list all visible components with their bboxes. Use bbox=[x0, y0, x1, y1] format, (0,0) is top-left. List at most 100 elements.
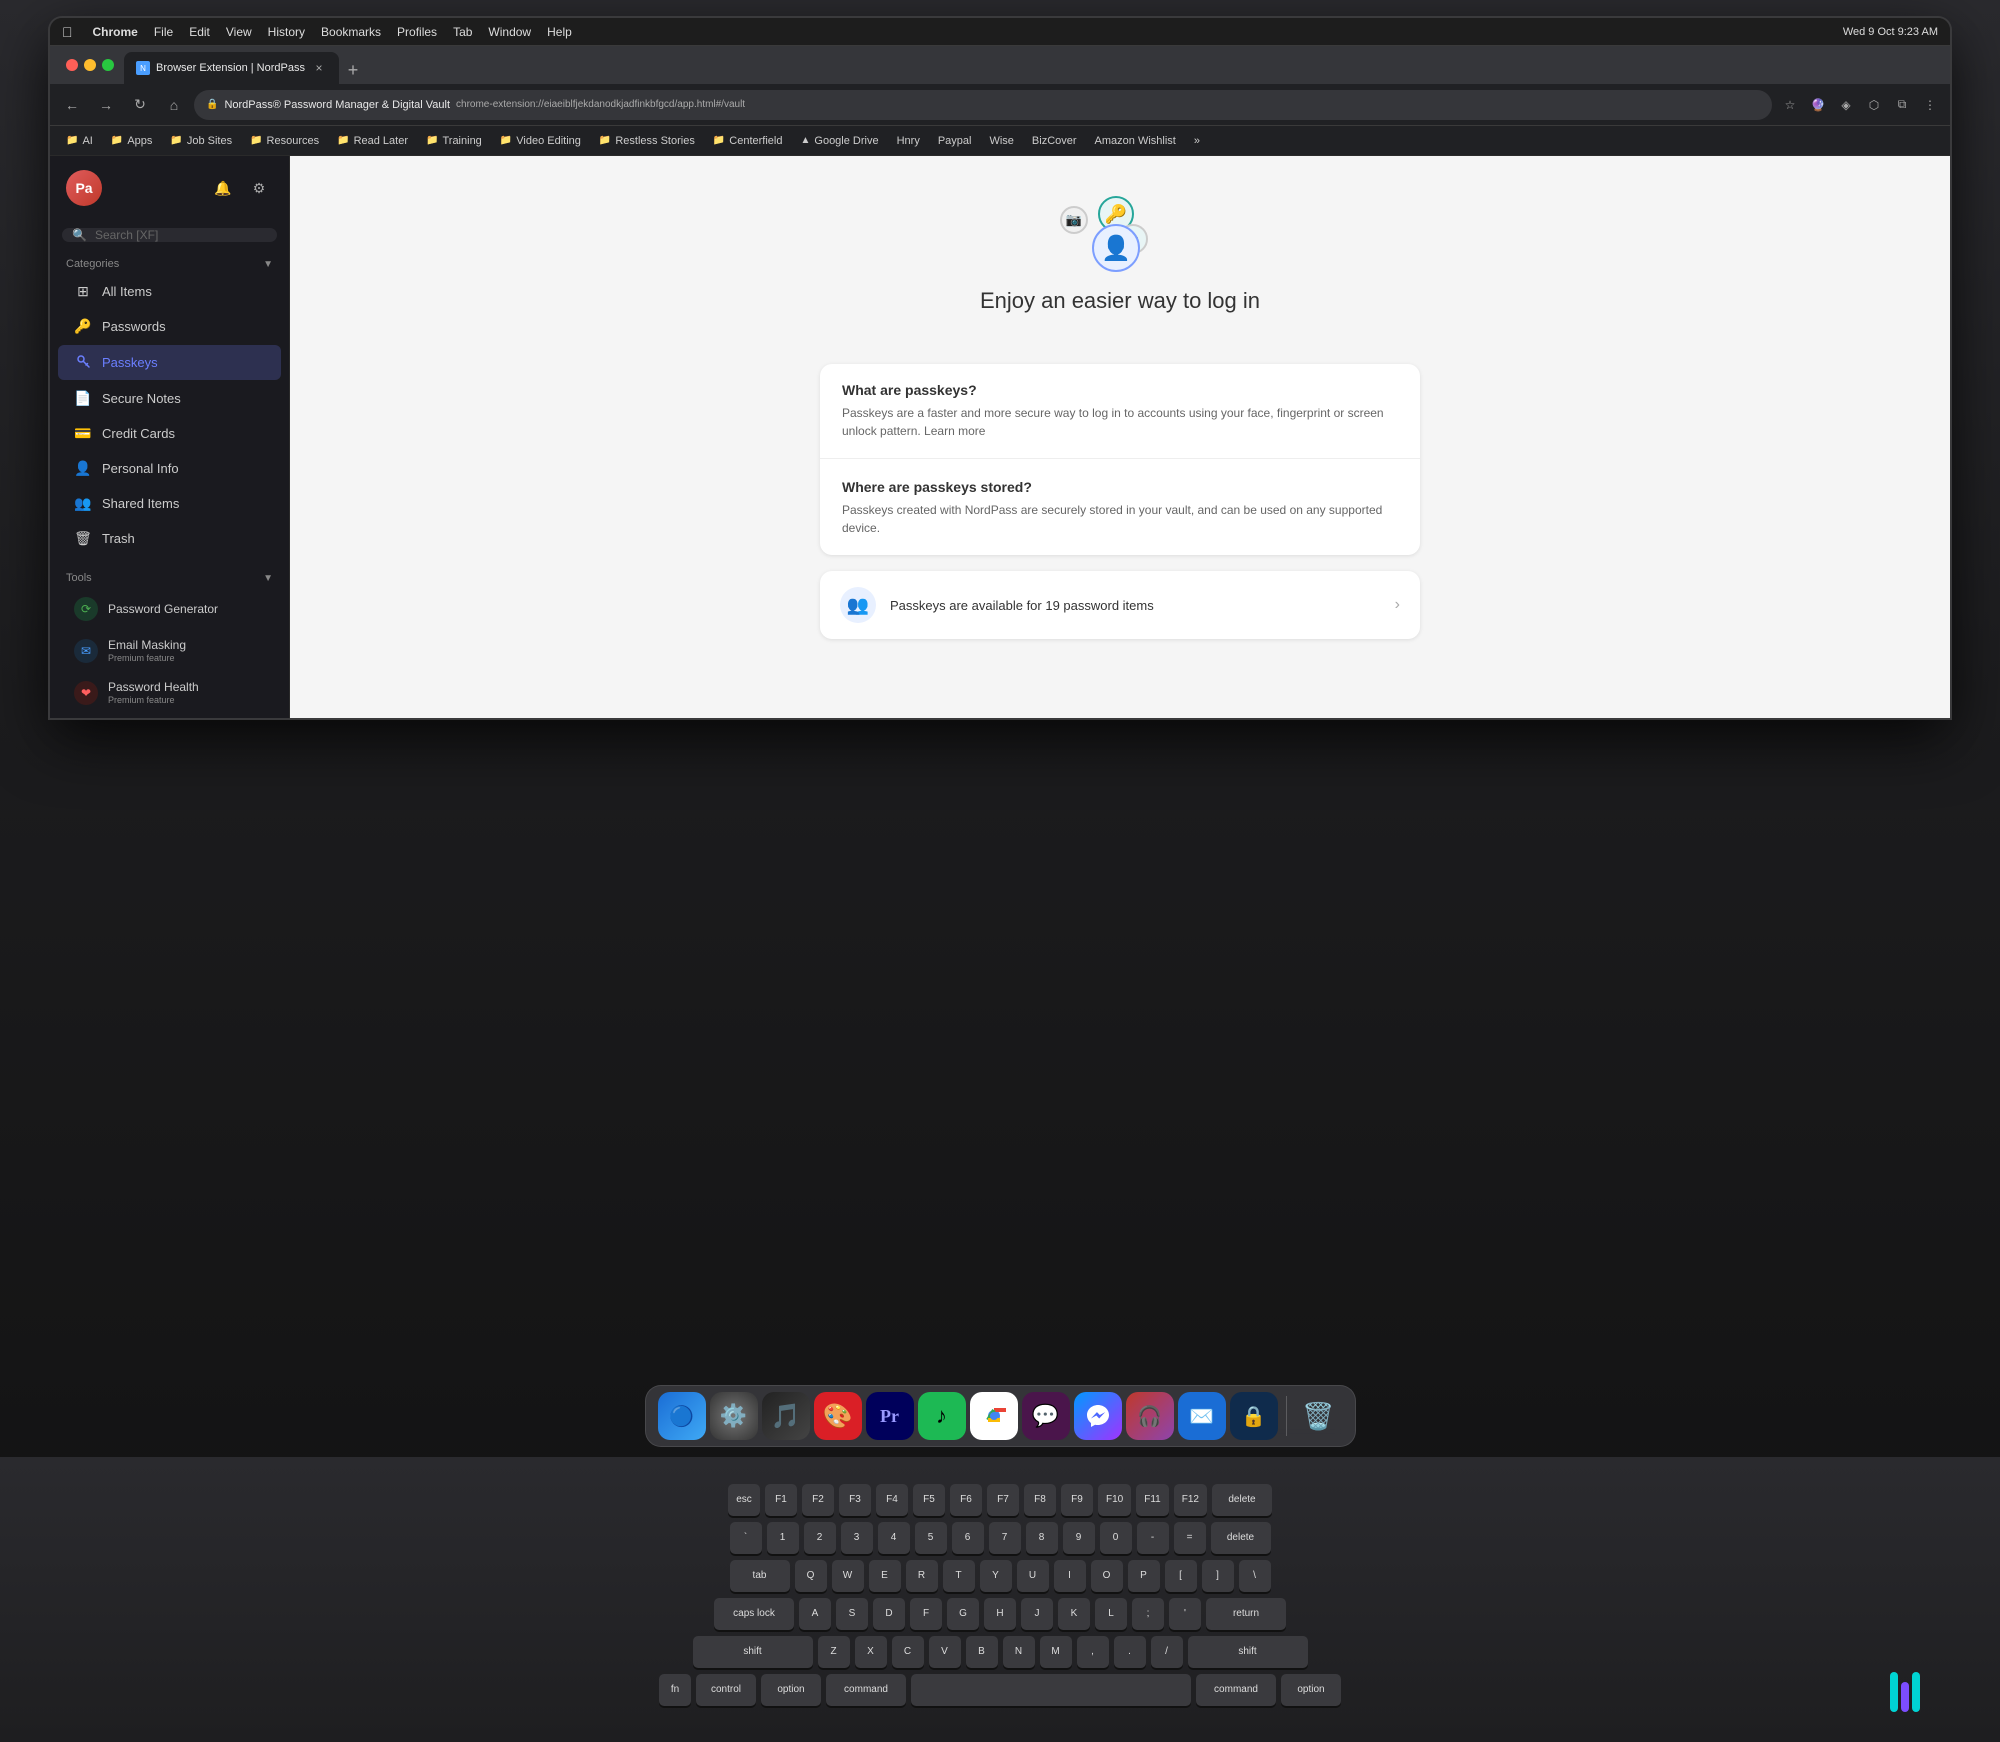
key-right-bracket[interactable]: ] bbox=[1202, 1560, 1234, 1592]
forward-button[interactable]: → bbox=[92, 91, 120, 119]
menu-profiles[interactable]: Profiles bbox=[397, 25, 437, 39]
reload-button[interactable]: ↻ bbox=[126, 91, 154, 119]
url-bar[interactable]: 🔒 NordPass® Password Manager & Digital V… bbox=[194, 90, 1772, 120]
dock-premiere[interactable]: Pr bbox=[866, 1392, 914, 1440]
menu-edit[interactable]: Edit bbox=[189, 25, 210, 39]
key-u[interactable]: U bbox=[1017, 1560, 1049, 1592]
nav-item-all-items[interactable]: ⊞ All Items bbox=[58, 275, 281, 308]
key-o[interactable]: O bbox=[1091, 1560, 1123, 1592]
dock-messenger[interactable] bbox=[1074, 1392, 1122, 1440]
bookmark-overflow[interactable]: » bbox=[1186, 132, 1208, 150]
active-tab[interactable]: N Browser Extension | NordPass × bbox=[124, 52, 339, 84]
new-tab-button[interactable]: + bbox=[339, 56, 367, 84]
bookmark-resources[interactable]: 📁 Resources bbox=[242, 132, 327, 150]
key-i[interactable]: I bbox=[1054, 1560, 1086, 1592]
key-return[interactable]: return bbox=[1206, 1598, 1286, 1630]
key-c[interactable]: C bbox=[892, 1636, 924, 1668]
key-m[interactable]: M bbox=[1040, 1636, 1072, 1668]
categories-toggle[interactable]: ▼ bbox=[263, 259, 273, 270]
key-f3[interactable]: F3 bbox=[839, 1484, 871, 1516]
dock-slack[interactable]: 💬 bbox=[1022, 1392, 1070, 1440]
nav-item-trash[interactable]: 🗑 Trash bbox=[58, 522, 281, 555]
key-f5[interactable]: F5 bbox=[913, 1484, 945, 1516]
key-semicolon[interactable]: ; bbox=[1132, 1598, 1164, 1630]
key-7[interactable]: 7 bbox=[989, 1522, 1021, 1554]
dock-spotify[interactable]: ♪ bbox=[918, 1392, 966, 1440]
bookmark-hnry[interactable]: Hnry bbox=[889, 132, 928, 150]
nav-item-secure-notes[interactable]: 📄 Secure Notes bbox=[58, 382, 281, 415]
key-f7[interactable]: F7 bbox=[987, 1484, 1019, 1516]
menu-file[interactable]: File bbox=[154, 25, 173, 39]
close-button[interactable] bbox=[66, 59, 78, 71]
key-fn[interactable]: fn bbox=[659, 1674, 691, 1706]
key-b[interactable]: B bbox=[966, 1636, 998, 1668]
dock-finder[interactable]: 🔵 bbox=[658, 1392, 706, 1440]
tool-email-masking[interactable]: ✉ Email Masking Premium feature bbox=[58, 630, 281, 671]
key-option-right[interactable]: option bbox=[1281, 1674, 1341, 1706]
key-quote[interactable]: ' bbox=[1169, 1598, 1201, 1630]
bookmark-centerfield[interactable]: 📁 Centerfield bbox=[705, 132, 791, 150]
key-space[interactable] bbox=[911, 1674, 1191, 1706]
key-8[interactable]: 8 bbox=[1026, 1522, 1058, 1554]
key-d[interactable]: D bbox=[873, 1598, 905, 1630]
key-equals[interactable]: = bbox=[1174, 1522, 1206, 1554]
key-caps-lock[interactable]: caps lock bbox=[714, 1598, 794, 1630]
key-k[interactable]: K bbox=[1058, 1598, 1090, 1630]
key-delete[interactable]: delete bbox=[1211, 1522, 1271, 1554]
bookmark-paypal[interactable]: Paypal bbox=[930, 132, 980, 150]
key-9[interactable]: 9 bbox=[1063, 1522, 1095, 1554]
dock-system-prefs[interactable]: ⚙️ bbox=[710, 1392, 758, 1440]
bookmark-video-editing[interactable]: 📁 Video Editing bbox=[492, 132, 589, 150]
key-esc[interactable]: esc bbox=[728, 1484, 760, 1516]
nav-item-passwords[interactable]: 🔑 Passwords bbox=[58, 310, 281, 343]
menu-view[interactable]: View bbox=[226, 25, 252, 39]
key-x[interactable]: X bbox=[855, 1636, 887, 1668]
tools-toggle[interactable]: ▼ bbox=[263, 573, 273, 584]
fullscreen-button[interactable] bbox=[102, 59, 114, 71]
key-minus[interactable]: - bbox=[1137, 1522, 1169, 1554]
key-2[interactable]: 2 bbox=[804, 1522, 836, 1554]
apple-menu-icon[interactable]:  bbox=[62, 24, 73, 40]
key-q[interactable]: Q bbox=[795, 1560, 827, 1592]
menu-bookmarks[interactable]: Bookmarks bbox=[321, 25, 381, 39]
bookmark-read-later[interactable]: 📁 Read Later bbox=[329, 132, 416, 150]
key-left-bracket[interactable]: [ bbox=[1165, 1560, 1197, 1592]
home-button[interactable]: ⌂ bbox=[160, 91, 188, 119]
key-a[interactable]: A bbox=[799, 1598, 831, 1630]
dock-chrome[interactable] bbox=[970, 1392, 1018, 1440]
faq-item-2[interactable]: Where are passkeys stored? Passkeys crea… bbox=[820, 461, 1420, 555]
key-backslash[interactable]: \ bbox=[1239, 1560, 1271, 1592]
key-f11[interactable]: F11 bbox=[1136, 1484, 1169, 1516]
key-z[interactable]: Z bbox=[818, 1636, 850, 1668]
key-command-left[interactable]: command bbox=[826, 1674, 906, 1706]
menu-history[interactable]: History bbox=[268, 25, 305, 39]
chrome-menu-button[interactable]: ⋮ bbox=[1918, 93, 1942, 117]
bookmark-google-drive[interactable]: ▲ Google Drive bbox=[792, 132, 886, 150]
search-box[interactable]: 🔍 bbox=[62, 228, 277, 242]
tab-close-button[interactable]: × bbox=[311, 60, 327, 76]
key-h[interactable]: H bbox=[984, 1598, 1016, 1630]
key-f6[interactable]: F6 bbox=[950, 1484, 982, 1516]
bookmark-apps[interactable]: 📁 Apps bbox=[103, 132, 161, 150]
key-j[interactable]: J bbox=[1021, 1598, 1053, 1630]
bookmark-amazon[interactable]: Amazon Wishlist bbox=[1087, 132, 1184, 150]
bookmark-star-icon[interactable]: ☆ bbox=[1778, 93, 1802, 117]
key-f12[interactable]: F12 bbox=[1174, 1484, 1207, 1516]
key-f9[interactable]: F9 bbox=[1061, 1484, 1093, 1516]
nav-item-personal-info[interactable]: 👤 Personal Info bbox=[58, 452, 281, 485]
key-f1[interactable]: F1 bbox=[765, 1484, 797, 1516]
key-f10[interactable]: F10 bbox=[1098, 1484, 1131, 1516]
tool-password-generator[interactable]: ⟳ Password Generator bbox=[58, 589, 281, 629]
key-6[interactable]: 6 bbox=[952, 1522, 984, 1554]
faq-item-1[interactable]: What are passkeys? Passkeys are a faster… bbox=[820, 364, 1420, 459]
key-tab[interactable]: tab bbox=[730, 1560, 790, 1592]
key-slash[interactable]: / bbox=[1151, 1636, 1183, 1668]
bookmark-ai[interactable]: 📁 AI bbox=[58, 132, 101, 150]
menu-chrome[interactable]: Chrome bbox=[93, 25, 138, 39]
key-1[interactable]: 1 bbox=[767, 1522, 799, 1554]
key-control[interactable]: control bbox=[696, 1674, 756, 1706]
nav-item-passkeys[interactable]: Passkeys bbox=[58, 345, 281, 380]
key-v[interactable]: V bbox=[929, 1636, 961, 1668]
bookmark-bizcover[interactable]: BizCover bbox=[1024, 132, 1085, 150]
bookmark-job-sites[interactable]: 📁 Job Sites bbox=[162, 132, 240, 150]
